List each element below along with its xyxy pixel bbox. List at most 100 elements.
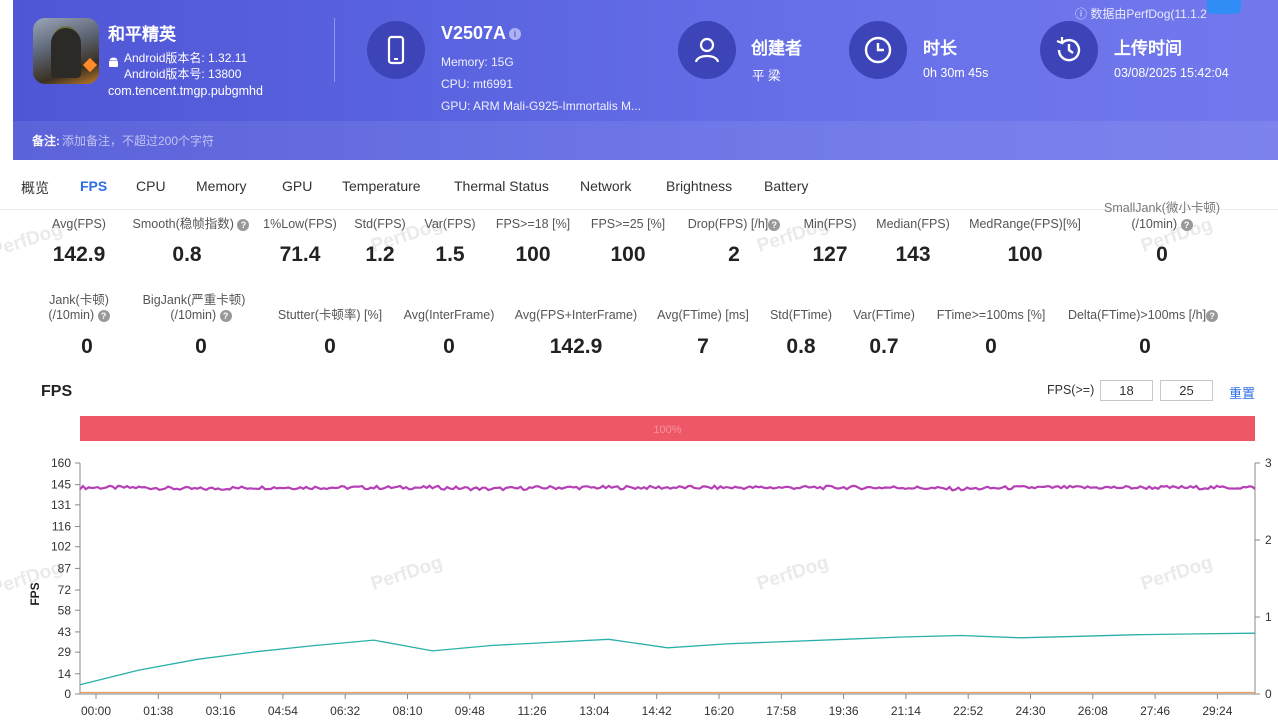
header-info: 和平精英 Android版本名: 1.32.11 Android版本号: 138… [13,0,1278,121]
app-name: 和平精英 [108,25,176,44]
tab-cpu[interactable]: CPU [136,178,166,194]
y-tick-label: 58 [58,603,72,617]
x-tick-label: 24:30 [1015,704,1045,718]
tab-thermal-status[interactable]: Thermal Status [454,178,549,194]
device-gpu: GPU: ARM Mali-G925-Immortalis M... [441,99,642,113]
y-tick-label: 14 [58,667,72,681]
help-icon[interactable]: ? [768,218,781,231]
help-icon[interactable]: ? [237,218,250,231]
metric-jank-value: 0 [81,335,93,358]
header-divider [334,18,335,82]
fps-chart: 100% 0 14 29 43 58 72 87 102 116 131 145 160 0 1 2 3 00:0… [28,416,1272,718]
metric-drop-value: 2 [728,243,740,266]
upload-value: 03/08/2025 15:42:04 [1114,66,1229,80]
y-tick-label: 160 [51,456,71,470]
notes-input[interactable]: 添加备注，不超过200个字符 [62,132,214,149]
help-icon[interactable]: ? [1180,218,1193,231]
tab-battery[interactable]: Battery [764,178,808,194]
y-tick-label: 116 [52,520,71,534]
metric-fps-interframe-label: Avg(FPS+InterFrame) [514,308,638,322]
metric-stutter-label: Stutter(卡顿率) [%] [277,308,383,322]
y-tick-label: 131 [51,498,71,512]
history-icon [1040,21,1098,79]
corner-badge[interactable] [1207,0,1241,14]
y2-tick-label: 0 [1265,687,1272,701]
device-info-icon[interactable]: i [509,28,522,41]
tab-bar: 概览 FPS CPU Memory GPU Temperature Therma… [0,160,1278,210]
x-tick-label: 27:46 [1140,704,1170,718]
y2-tick-label: 2 [1265,533,1272,547]
metric-avg-fps-value: 142.9 [52,243,106,266]
help-icon[interactable]: ? [1206,309,1219,322]
help-icon[interactable]: ? [97,309,110,322]
metric-smalljank-label: SmallJank(微小卡顿) [1104,201,1220,215]
metric-smalljank-value: 0 [1156,243,1168,266]
x-tick-label: 14:42 [642,704,672,718]
x-tick-label: 16:20 [704,704,734,718]
x-tick-label: 22:52 [953,704,983,718]
metric-delta-ftime-label: Delta(FTime)>100ms [/h]? [1060,307,1226,323]
secondary-series-line [79,632,1256,686]
metric-drop-label-text: Drop(FPS) [/h] [687,217,769,231]
metric-ftime100-label: FTime>=100ms [%] [936,308,1046,322]
tab-temperature[interactable]: Temperature [342,178,421,194]
x-tick-label: 29:24 [1202,704,1232,718]
chart-title: FPS [41,383,73,400]
metric-smooth-label: Smooth(稳帧指数) ? [121,216,261,232]
metric-delta-ftime-label-text: Delta(FTime)>100ms [/h] [1067,308,1207,322]
tab-fps[interactable]: FPS [80,178,107,194]
y-tick-label: 102 [51,540,71,554]
creator-value: 平 梁 [752,69,781,83]
tab-memory[interactable]: Memory [196,178,247,194]
metric-fps18-value: 100 [515,243,551,266]
x-tick-label: 04:54 [268,704,298,718]
metric-var-ftime-value: 0.7 [869,335,899,358]
metric-bigjank-unit: (/10min) [170,308,217,322]
help-icon[interactable]: ? [219,309,232,322]
y-tick-label: 29 [58,645,72,659]
app-version-code: Android版本号: 13800 [124,67,242,81]
tab-gpu[interactable]: GPU [282,178,312,194]
duration-value: 0h 30m 45s [923,66,989,80]
report-header: 和平精英 Android版本名: 1.32.11 Android版本号: 138… [13,0,1278,160]
x-tick-label: 06:32 [330,704,360,718]
x-tick-label: 03:16 [206,704,236,718]
band-label: 100% [653,424,681,436]
metric-delta-ftime-value: 0 [1139,335,1151,358]
metric-fps25-value: 100 [610,243,646,266]
metric-std-fps-value: 1.2 [365,243,395,266]
x-tick-label: 09:48 [455,704,485,718]
x-tick-label: 11:26 [518,704,547,718]
app-package: com.tencent.tmgp.pubgmhd [108,84,263,98]
tab-network[interactable]: Network [580,178,631,194]
tab-overview[interactable]: 概览 [21,178,49,198]
y2-tick-label: 1 [1265,610,1272,624]
metric-var-fps-value: 1.5 [435,243,465,266]
x-tick-label: 00:00 [81,704,111,718]
fps-threshold-input-1[interactable] [1100,380,1153,401]
metric-interframe-value: 0 [443,335,455,358]
metric-fps25-label: FPS>=25 [%] [590,217,666,231]
fps-filter-label: FPS(>=) [1047,383,1095,397]
metric-median-label: Median(FPS) [876,217,950,231]
metric-jank-label: Jank(卡顿) [49,293,109,307]
reset-button[interactable]: 重置 [1229,383,1255,402]
metric-ftime-label: Avg(FTime) [ms] [657,308,749,322]
metric-ftime100-value: 0 [985,335,997,358]
metric-stutter-value: 0 [324,335,336,358]
notes-bar[interactable]: 备注: 添加备注，不超过200个字符 [13,121,1278,160]
app-version-name: Android版本名: 1.32.11 [124,51,248,65]
clock-icon [849,21,907,79]
metric-std-ftime-label: Std(FTime) [769,308,833,322]
metric-smooth-label-text: Smooth(稳帧指数) [132,217,234,231]
metric-interframe-label: Avg(InterFrame) [403,308,495,322]
metric-avg-fps-label: Avg(FPS) [52,217,106,231]
tab-brightness[interactable]: Brightness [666,178,732,194]
metric-smooth-value: 0.8 [172,243,202,266]
metric-median-value: 143 [895,243,931,266]
x-tick-label: 01:38 [143,704,173,718]
fps-series-line [79,484,1256,492]
x-tick-label: 17:58 [766,704,796,718]
fps-threshold-input-2[interactable] [1160,380,1213,401]
y-tick-label: 145 [51,478,71,492]
